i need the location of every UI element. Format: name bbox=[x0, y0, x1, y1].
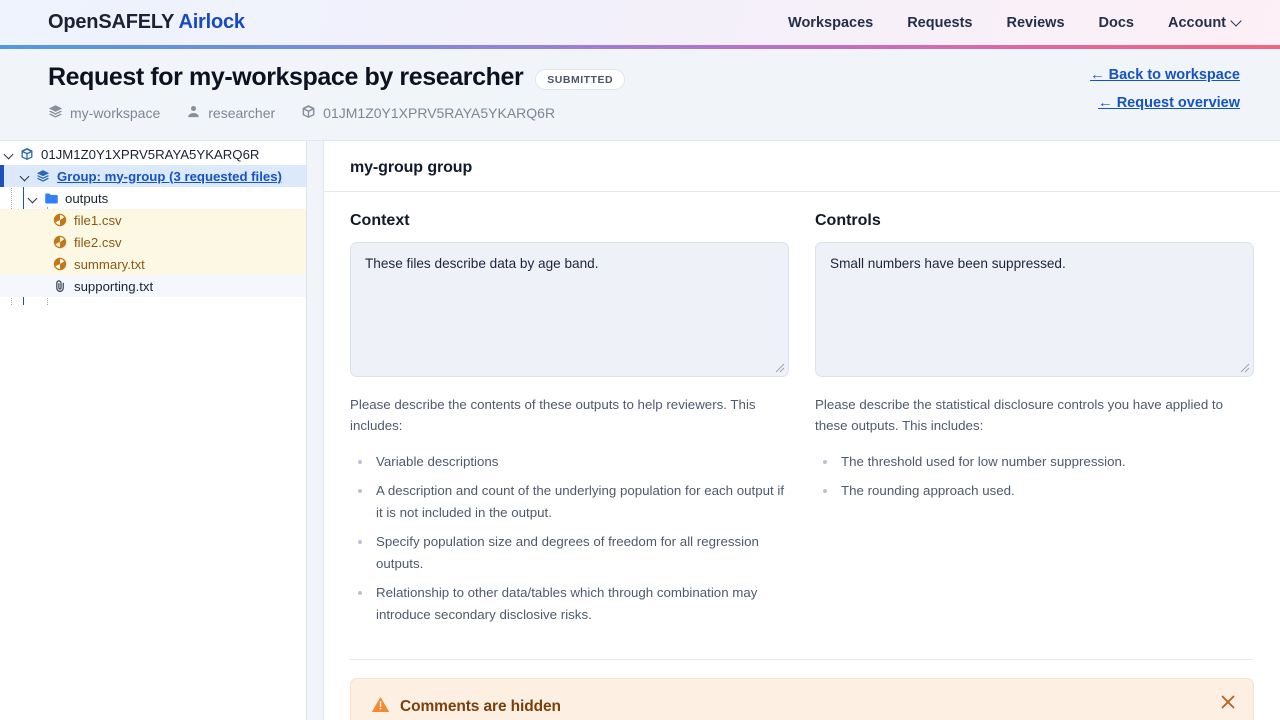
tree-item-file2-csv-label: file2.csv bbox=[74, 234, 122, 250]
comments-hidden-alert: Comments are hidden Only you will see th… bbox=[350, 678, 1254, 720]
output-file-icon bbox=[52, 212, 68, 228]
list-item: Specify population size and degrees of f… bbox=[358, 531, 789, 574]
meta-workspace-label: my-workspace bbox=[70, 104, 161, 121]
request-box-icon bbox=[19, 146, 35, 162]
tree-item-group-my-group-label: Group: my-group (3 requested files) bbox=[57, 168, 282, 184]
alert-wrapper: Comments are hidden Only you will see th… bbox=[324, 660, 1280, 720]
brand-name-primary: OpenSAFELY bbox=[48, 11, 174, 33]
tree-item-file1-csv-label: file1.csv bbox=[74, 212, 122, 228]
layers-icon bbox=[48, 104, 63, 122]
back-to-workspace-link[interactable]: ← Back to workspace bbox=[1090, 67, 1240, 83]
context-textarea[interactable] bbox=[350, 242, 789, 377]
nav-link-reviews[interactable]: Reviews bbox=[1006, 15, 1064, 31]
page-title: Request for my-workspace by researcher bbox=[48, 63, 524, 91]
nav-link-account-label: Account bbox=[1168, 14, 1226, 31]
meta-workspace: my-workspace bbox=[48, 104, 160, 122]
chevron-down-icon[interactable] bbox=[4, 149, 15, 160]
primary-nav-links: Workspaces Requests Reviews Docs Account bbox=[788, 14, 1242, 31]
folder-icon bbox=[43, 190, 59, 206]
nav-link-workspaces[interactable]: Workspaces bbox=[788, 15, 873, 31]
tree-item-file1-csv[interactable]: file1.csv bbox=[0, 209, 306, 231]
list-item: The rounding approach used. bbox=[823, 480, 1254, 502]
card-header: my-group group bbox=[324, 141, 1280, 192]
chevron-down-icon[interactable] bbox=[20, 171, 31, 182]
list-item: Relationship to other data/tables which … bbox=[358, 582, 789, 625]
status-badge: SUBMITTED bbox=[535, 68, 626, 90]
alert-title-row: Comments are hidden bbox=[371, 695, 1207, 719]
tree-item-summary-txt-label: summary.txt bbox=[74, 256, 145, 272]
chevron-down-icon bbox=[1230, 14, 1242, 27]
app-logo[interactable]: OpenSAFELY Airlock bbox=[48, 11, 245, 34]
nav-link-workspaces-label: Workspaces bbox=[788, 14, 874, 31]
list-item: A description and count of the underlyin… bbox=[358, 480, 789, 523]
tree-item-folder-outputs[interactable]: outputs bbox=[0, 187, 306, 209]
context-textarea-wrap bbox=[350, 242, 789, 377]
request-overview-link[interactable]: ← Request overview bbox=[1090, 95, 1240, 111]
main-region: 01JM1Z0Y1XPRV5RAYA5YKARQ6R Group: my-gro… bbox=[0, 141, 1280, 720]
group-heading: my-group group bbox=[350, 159, 473, 176]
top-navigation-bar: OpenSAFELY Airlock Workspaces Requests R… bbox=[0, 0, 1280, 45]
nav-link-requests[interactable]: Requests bbox=[907, 15, 972, 31]
chevron-down-icon[interactable] bbox=[28, 193, 39, 204]
page-title-row: Request for my-workspace by researcher S… bbox=[48, 63, 1240, 92]
layers-icon bbox=[35, 168, 51, 184]
file-tree-sidebar[interactable]: 01JM1Z0Y1XPRV5RAYA5YKARQ6R Group: my-gro… bbox=[0, 141, 307, 720]
context-heading: Context bbox=[350, 212, 410, 229]
context-helper-text: Please describe the contents of these ou… bbox=[350, 397, 756, 434]
nav-link-account[interactable]: Account bbox=[1168, 14, 1242, 31]
nav-link-reviews-label: Reviews bbox=[1006, 14, 1065, 31]
group-detail-card: my-group group Context Please describe t… bbox=[323, 141, 1280, 720]
context-bullet-list: Variable descriptions A description and … bbox=[350, 451, 789, 626]
paperclip-icon bbox=[52, 278, 68, 294]
meta-request-id: 01JM1Z0Y1XPRV5RAYA5YKARQ6R bbox=[301, 104, 555, 122]
tree-item-supporting-txt-label: supporting.txt bbox=[74, 278, 154, 294]
nav-link-docs-label: Docs bbox=[1098, 14, 1134, 31]
alert-title: Comments are hidden bbox=[400, 698, 561, 716]
context-column: Context Please describe the contents of … bbox=[350, 212, 789, 633]
tree-item-request-root-label: 01JM1Z0Y1XPRV5RAYA5YKARQ6R bbox=[41, 146, 260, 162]
card-body: Context Please describe the contents of … bbox=[324, 192, 1280, 661]
meta-request-id-label: 01JM1Z0Y1XPRV5RAYA5YKARQ6R bbox=[323, 104, 556, 121]
controls-textarea-wrap bbox=[815, 242, 1254, 377]
meta-author-label: researcher bbox=[208, 104, 276, 121]
tree-item-folder-outputs-label: outputs bbox=[65, 190, 109, 206]
page-header: Request for my-workspace by researcher S… bbox=[0, 49, 1280, 141]
warning-triangle-icon bbox=[371, 695, 390, 719]
content-region: my-group group Context Please describe t… bbox=[307, 141, 1280, 720]
nav-link-requests-label: Requests bbox=[907, 14, 973, 31]
output-file-icon bbox=[52, 234, 68, 250]
list-item: The threshold used for low number suppre… bbox=[823, 451, 1254, 473]
list-item: Variable descriptions bbox=[358, 451, 789, 473]
controls-helper-text: Please describe the statistical disclosu… bbox=[815, 397, 1223, 434]
controls-column: Controls Please describe the statistical… bbox=[815, 212, 1254, 633]
user-icon bbox=[186, 104, 201, 122]
tree-item-request-root[interactable]: 01JM1Z0Y1XPRV5RAYA5YKARQ6R bbox=[0, 143, 306, 165]
tree-item-group-my-group[interactable]: Group: my-group (3 requested files) bbox=[0, 165, 306, 187]
box-icon bbox=[301, 104, 316, 122]
two-column-layout: Context Please describe the contents of … bbox=[350, 212, 1254, 633]
tree-item-summary-txt[interactable]: summary.txt bbox=[0, 253, 306, 275]
page-meta-row: my-workspace researcher 01JM1Z0Y1XPRV5RA… bbox=[48, 104, 1240, 122]
output-file-icon bbox=[52, 256, 68, 272]
nav-link-docs[interactable]: Docs bbox=[1099, 15, 1134, 31]
controls-textarea[interactable] bbox=[815, 242, 1254, 377]
close-icon[interactable] bbox=[1217, 691, 1239, 713]
controls-heading: Controls bbox=[815, 212, 881, 229]
brand-name-accent: Airlock bbox=[178, 11, 245, 33]
meta-author: researcher bbox=[186, 104, 275, 122]
tree-item-supporting-txt[interactable]: supporting.txt bbox=[0, 275, 306, 297]
controls-bullet-list: The threshold used for low number suppre… bbox=[815, 451, 1254, 502]
tree-item-file2-csv[interactable]: file2.csv bbox=[0, 231, 306, 253]
header-action-links: ← Back to workspace ← Request overview bbox=[1090, 67, 1240, 123]
